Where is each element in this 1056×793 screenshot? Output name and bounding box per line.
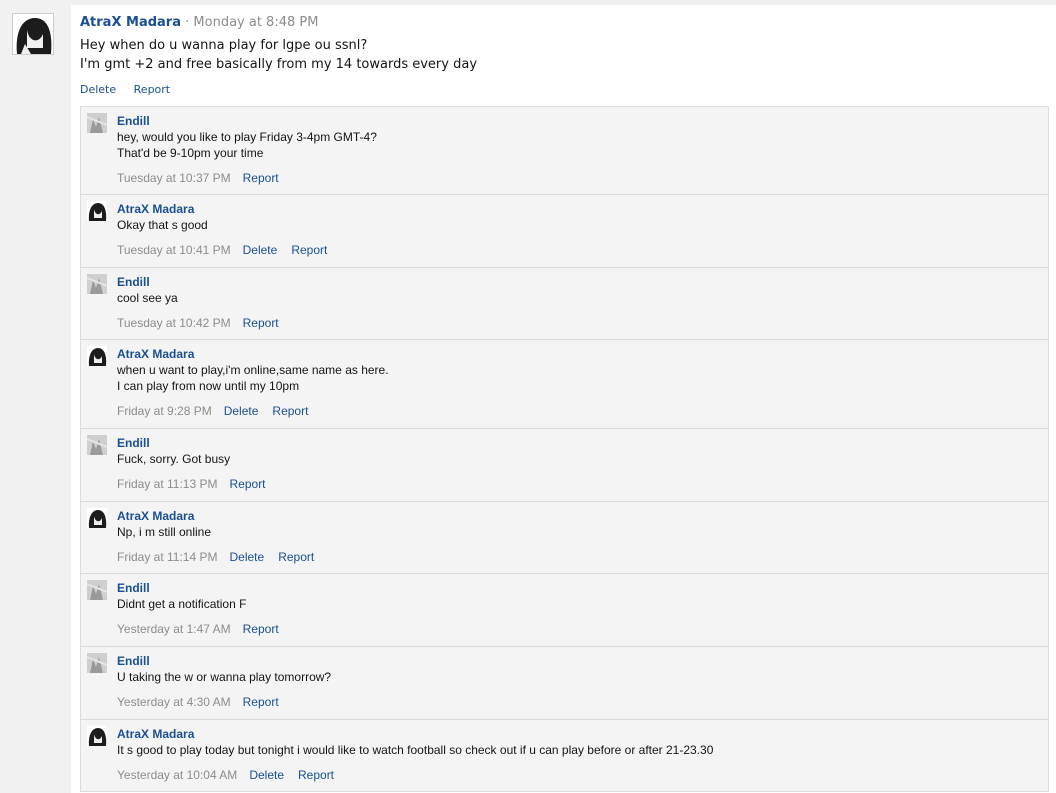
comment-avatar[interactable] [87, 726, 107, 746]
comment-body: AtraX Madara Np, i m still online Friday a… [117, 508, 1040, 565]
comment-text: Okay that s good [117, 218, 208, 232]
comment-report-link[interactable]: Report [243, 171, 279, 185]
comment-report-link[interactable]: Report [298, 768, 334, 782]
comment-text: Np, i m still online [117, 525, 212, 539]
comment-text: hey, would you like to play Friday 3-4pm… [117, 130, 377, 160]
comment-author-link[interactable]: Endill [117, 653, 1040, 669]
comment-footer: Friday at 9:28 PM Delete Report [117, 403, 1040, 419]
comment-item: Endill U taking the w or wanna play tomor… [81, 647, 1048, 720]
left-gutter [0, 5, 71, 793]
post-report-link[interactable]: Report [134, 83, 170, 96]
comment-item: Endill Didnt get a notification F Yesterda… [81, 574, 1048, 647]
post-delete-link[interactable]: Delete [80, 83, 116, 96]
comment-body: Endill hey, would you like to play Friday… [117, 113, 1040, 186]
comment-footer: Tuesday at 10:37 PM Report [117, 170, 1040, 186]
comment-footer: Yesterday at 10:04 AM Delete Report [117, 767, 1040, 783]
comment-text: Didnt get a notification F [117, 597, 247, 611]
comment-avatar[interactable] [87, 346, 107, 366]
comment-author-link[interactable]: Endill [117, 113, 1040, 129]
comment-report-link[interactable]: Report [243, 316, 279, 330]
comment-timestamp[interactable]: Tuesday at 10:41 PM [117, 243, 231, 257]
comment-report-link[interactable]: Report [243, 622, 279, 636]
comment-list: Endill hey, would you like to play Friday… [80, 106, 1049, 792]
comment-footer: Friday at 11:14 PM Delete Report [117, 549, 1040, 565]
comment-author-link[interactable]: AtraX Madara [117, 346, 1040, 362]
comment-author-link[interactable]: AtraX Madara [117, 726, 1040, 742]
comment-body: AtraX Madara Okay that s good Tuesday at 1… [117, 201, 1040, 258]
comment-report-link[interactable]: Report [230, 477, 266, 491]
profile-post: AtraX Madara · Monday at 8:48 PM Hey whe… [80, 14, 1046, 96]
comment-author-link[interactable]: Endill [117, 435, 1040, 451]
comment-footer: Yesterday at 1:47 AM Report [117, 621, 1040, 637]
comment-footer: Friday at 11:13 PM Report [117, 476, 1040, 492]
comment-footer: Yesterday at 4:30 AM Report [117, 694, 1040, 710]
comment-timestamp[interactable]: Yesterday at 4:30 AM [117, 695, 231, 709]
comment-avatar[interactable] [87, 113, 107, 133]
comment-timestamp[interactable]: Tuesday at 10:42 PM [117, 316, 231, 330]
comment-footer: Tuesday at 10:41 PM Delete Report [117, 242, 1040, 258]
comment-text: U taking the w or wanna play tomorrow? [117, 670, 332, 684]
comment-text: Fuck, sorry. Got busy [117, 452, 231, 466]
comment-body: Endill Didnt get a notification F Yesterda… [117, 580, 1040, 637]
comment-avatar[interactable] [87, 435, 107, 455]
comment-body: Endill U taking the w or wanna play tomor… [117, 653, 1040, 710]
comment-timestamp[interactable]: Yesterday at 1:47 AM [117, 622, 231, 636]
comment-body: AtraX Madara It s good to play today but … [117, 726, 1040, 783]
comment-avatar[interactable] [87, 580, 107, 600]
comment-timestamp[interactable]: Friday at 11:14 PM [117, 550, 218, 564]
top-border [0, 0, 1056, 5]
comment-report-link[interactable]: Report [272, 404, 308, 418]
comment-avatar[interactable] [87, 653, 107, 673]
comment-report-link[interactable]: Report [243, 695, 279, 709]
comment-body: Endill cool see ya Tuesday at 10:42 PM Repo… [117, 274, 1040, 331]
comment-item: AtraX Madara Np, i m still online Friday a… [81, 502, 1048, 574]
comment-delete-link[interactable]: Delete [249, 768, 284, 782]
comment-delete-link[interactable]: Delete [230, 550, 265, 564]
comment-text: It s good to play today but tonight i wo… [117, 743, 714, 757]
comment-avatar[interactable] [87, 508, 107, 528]
post-author-avatar[interactable] [12, 13, 54, 55]
post-author-link[interactable]: AtraX Madara [80, 15, 181, 30]
comment-item: Endill Fuck, sorry. Got busy Friday at 11:… [81, 429, 1048, 502]
comment-author-link[interactable]: Endill [117, 274, 1040, 290]
comment-item: AtraX Madara It s good to play today but … [81, 720, 1048, 791]
comment-avatar[interactable] [87, 274, 107, 294]
post-actions: Delete Report [80, 83, 1046, 96]
comment-body: AtraX Madara when u want to play,i'm onli… [117, 346, 1040, 419]
comment-delete-link[interactable]: Delete [224, 404, 259, 418]
comment-body: Endill Fuck, sorry. Got busy Friday at 11:… [117, 435, 1040, 492]
comment-author-link[interactable]: AtraX Madara [117, 508, 1040, 524]
comment-author-link[interactable]: Endill [117, 580, 1040, 596]
comment-text: when u want to play,i'm online,same name… [117, 363, 389, 393]
post-header: AtraX Madara · Monday at 8:48 PM [80, 14, 1046, 32]
comment-timestamp[interactable]: Friday at 9:28 PM [117, 404, 212, 418]
comment-item: AtraX Madara when u want to play,i'm onli… [81, 340, 1048, 429]
post-separator: · [185, 15, 190, 30]
comment-item: Endill hey, would you like to play Friday… [81, 107, 1048, 195]
comment-item: AtraX Madara Okay that s good Tuesday at 1… [81, 195, 1048, 268]
comment-delete-link[interactable]: Delete [243, 243, 278, 257]
comment-author-link[interactable]: AtraX Madara [117, 201, 1040, 217]
comment-timestamp[interactable]: Tuesday at 10:37 PM [117, 171, 231, 185]
post-message: Hey when do u wanna play for lgpe ou ssn… [80, 38, 478, 72]
comment-footer: Tuesday at 10:42 PM Report [117, 315, 1040, 331]
comment-timestamp[interactable]: Yesterday at 10:04 AM [117, 768, 237, 782]
comment-timestamp[interactable]: Friday at 11:13 PM [117, 477, 218, 491]
comment-text: cool see ya [117, 291, 178, 305]
post-timestamp[interactable]: Monday at 8:48 PM [193, 15, 318, 30]
comment-report-link[interactable]: Report [291, 243, 327, 257]
comment-item: Endill cool see ya Tuesday at 10:42 PM Repo… [81, 268, 1048, 340]
comment-report-link[interactable]: Report [278, 550, 314, 564]
comment-avatar[interactable] [87, 201, 107, 221]
